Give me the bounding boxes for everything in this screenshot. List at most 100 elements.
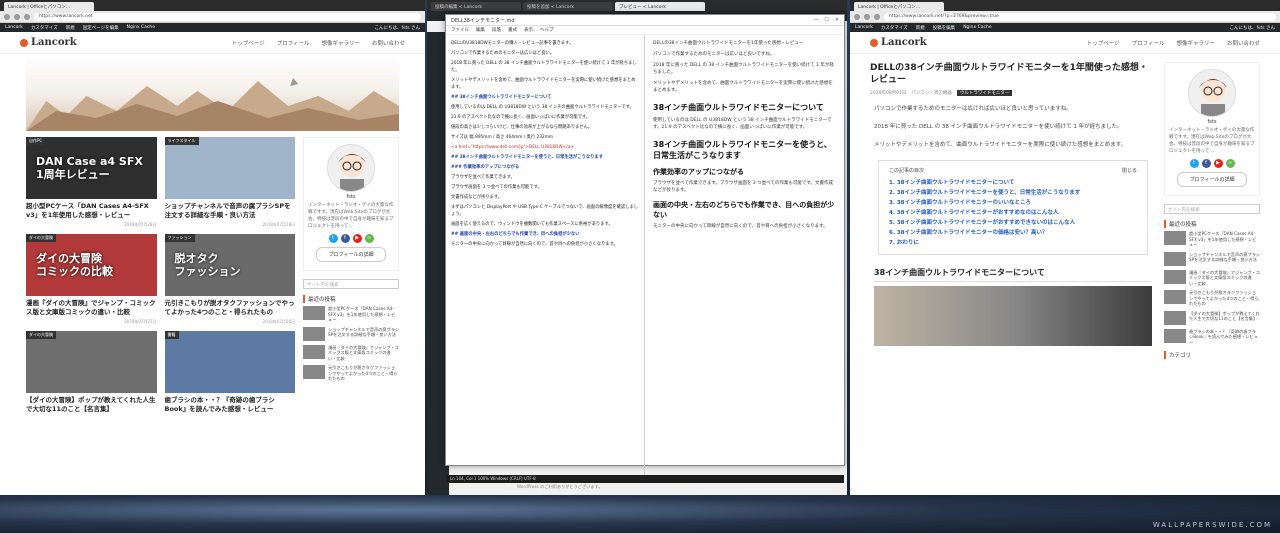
facebook-icon[interactable]: f bbox=[340, 234, 350, 243]
article-title[interactable]: 元引きこもりが脱オタクファッションでやってよかった4つのこと・得られたもの bbox=[165, 299, 296, 317]
toc-item[interactable]: 2. 38インチ曲面ウルトラワイドモニターを使うと、日常生活がこうなります bbox=[889, 188, 1137, 198]
nav-top[interactable]: トップページ bbox=[1087, 39, 1120, 47]
article-card[interactable]: ダイの大冒険 ダイの大冒険 コミックの比較漫画『ダイの大冒険』でジャンプ・コミック… bbox=[26, 234, 157, 325]
url-field[interactable]: https://www.lancork.net/?p=2769&preview=… bbox=[884, 12, 1276, 21]
editor-titlebar: DELL38インチモニター.md — ☐ ✕ bbox=[446, 15, 844, 26]
youtube-icon[interactable]: ▶ bbox=[352, 234, 362, 243]
back-icon[interactable] bbox=[4, 13, 10, 20]
article-card[interactable]: ライフスタイルショップチャンネルで音声の腐プラシSPを注文する詳細な手順・良い方… bbox=[164, 137, 296, 228]
youtube-icon[interactable]: ▶ bbox=[1213, 159, 1223, 168]
wp-customize-link[interactable]: カスタマイズ bbox=[31, 25, 58, 31]
wp-new-link[interactable]: 新規 bbox=[66, 25, 75, 31]
maximize-icon[interactable]: ☐ bbox=[824, 17, 828, 23]
toc-item[interactable]: 3. 38インチ曲面ウルトラワイドモニターのいいなところ bbox=[889, 198, 1137, 208]
twitter-icon[interactable]: t bbox=[1189, 159, 1199, 168]
recent-post-item[interactable]: ショップチャンネルで音声の腐プラシSPを注文する詳細な手順・良い方法 bbox=[1164, 251, 1260, 266]
wp-new-link[interactable]: 新規 bbox=[916, 25, 925, 31]
article-thumbnail[interactable]: 書籍 bbox=[164, 331, 295, 393]
facebook-icon[interactable]: f bbox=[1201, 159, 1211, 168]
reload-icon[interactable] bbox=[24, 13, 30, 20]
browser-tab[interactable]: 投稿を追加 < Lancork bbox=[523, 2, 613, 11]
menu-paragraph[interactable]: 段落 bbox=[492, 27, 501, 33]
wp-cache-link[interactable]: Nginx Cache bbox=[127, 25, 155, 30]
article-card[interactable]: 書籍歯ブラシの本・・？『奇跡の歯ブラシBook』を読んでみた感想・レビュー bbox=[164, 331, 296, 414]
close-icon[interactable]: ✕ bbox=[835, 17, 839, 23]
wp-edit-link[interactable]: 固定ページを編集 bbox=[83, 25, 119, 31]
recent-post-item[interactable]: 超小型PCケース「DAN Cases A4-SFX v3」を1年使用した感想・レ… bbox=[1164, 231, 1260, 248]
tag-badge[interactable]: ウルトラワイドモニター bbox=[956, 90, 1013, 96]
profile-detail-button[interactable]: プロフィールの詳細 bbox=[1177, 172, 1247, 187]
feedly-icon[interactable]: ∞ bbox=[1225, 159, 1235, 168]
article-thumbnail[interactable]: 自作PC DAN Case a4 SFX 1周年レビュー bbox=[26, 137, 157, 199]
article-thumbnail[interactable]: ライフスタイル bbox=[164, 137, 295, 199]
twitter-icon[interactable]: t bbox=[328, 234, 338, 243]
back-icon[interactable] bbox=[854, 13, 860, 20]
article-thumbnail[interactable]: ダイの大冒険 bbox=[26, 331, 157, 393]
browser-tab[interactable]: Lancork | Officeとパソコン... bbox=[4, 2, 94, 11]
wp-edit-link[interactable]: 投稿を編集 bbox=[933, 25, 956, 31]
browser-tab[interactable]: 投稿の編集 < Lancork bbox=[431, 2, 521, 11]
article-title[interactable]: 超小型PCケース「DAN Cases A4-SFX v3」を1年使用した感想・レ… bbox=[26, 202, 157, 220]
feedly-icon[interactable]: ∞ bbox=[364, 234, 374, 243]
category-link[interactable]: パソコン・周辺機器 bbox=[911, 90, 952, 96]
wp-greeting[interactable]: こんにちは、fsts さん bbox=[1230, 25, 1275, 31]
header-image bbox=[26, 56, 399, 131]
browser-tab[interactable]: プレビュー < Lancork bbox=[615, 2, 705, 11]
article-card[interactable]: ファッション 脱オタク ファッション元引きこもりが脱オタクファッションでやってよか… bbox=[164, 234, 296, 325]
menu-file[interactable]: ファイル bbox=[451, 27, 469, 33]
site-logo[interactable]: Lancork bbox=[20, 37, 77, 48]
wp-greeting[interactable]: こんにちは、fsts さん bbox=[375, 25, 420, 31]
site-logo[interactable]: Lancork bbox=[870, 37, 927, 48]
article-title[interactable]: 【ダイの大冒険】ポップが教えてくれた人生で大切な11のこと【名言集】 bbox=[26, 396, 157, 414]
source-line: メリットやデメリットを含めて、曲面ウルトラワイドモニターを実際に使い続けた感想を… bbox=[451, 78, 636, 90]
wp-site-link[interactable]: Lancork bbox=[855, 25, 873, 30]
search-input[interactable]: サイト内を検索 bbox=[1164, 204, 1260, 214]
menu-format[interactable]: 書式 bbox=[508, 27, 517, 33]
minimize-icon[interactable]: — bbox=[813, 17, 818, 23]
nav-profile[interactable]: プロフィール bbox=[277, 39, 310, 47]
toc-item[interactable]: 6. 38インチ曲面ウルトラワイドモニターの価格は安い？高い？ bbox=[889, 228, 1137, 238]
wp-site-link[interactable]: Lancork bbox=[5, 25, 23, 30]
article-card[interactable]: 自作PC DAN Case a4 SFX 1周年レビュー超小型PCケース「DAN … bbox=[26, 137, 157, 228]
markdown-source-pane[interactable]: DELLのU3818DWモニターの購入・レビュー記事を書きます。 パソコンで作業す… bbox=[446, 35, 645, 475]
url-field[interactable]: https://www.lancork.net bbox=[34, 12, 421, 21]
article-card[interactable]: ダイの大冒険【ダイの大冒険】ポップが教えてくれた人生で大切な11のこと【名言集】 bbox=[26, 331, 157, 414]
menu-edit[interactable]: 編集 bbox=[476, 27, 485, 33]
nav-gallery[interactable]: 想像ギャラリー bbox=[321, 39, 360, 47]
wp-customize-link[interactable]: カスタマイズ bbox=[881, 25, 908, 31]
menu-view[interactable]: 表示 bbox=[524, 27, 533, 33]
monitor-photo bbox=[874, 286, 1152, 346]
article-thumbnail[interactable]: ダイの大冒険 ダイの大冒険 コミックの比較 bbox=[26, 234, 157, 296]
nav-top[interactable]: トップページ bbox=[232, 39, 265, 47]
recent-post-item[interactable]: 元引きこもりが脱オタクファッションでやってよかった4つのこと・得られたもの bbox=[1164, 290, 1260, 307]
recent-post-item[interactable]: 歯ブラシの本・・？『奇跡の歯ブラシBook』を読んでみた感想・レビュー bbox=[1164, 328, 1260, 346]
recent-post-item[interactable]: 元引きこもりが脱オタクファッションでやってよかった4つのこと・得られたもの bbox=[303, 365, 399, 382]
toc-toggle-button[interactable]: 閉じる bbox=[1122, 167, 1137, 174]
recent-post-item[interactable]: 【ダイの大冒険】ポップが教えてくれた人生で大切な11のこと【名言集】 bbox=[1164, 310, 1260, 325]
recent-post-item[interactable]: 超小型PCケース「DAN Cases A4-SFX v3」を1年使用した感想・レ… bbox=[303, 306, 399, 323]
toc-item[interactable]: 1. 38インチ曲面ウルトラワイドモニターについて bbox=[889, 178, 1137, 188]
reload-icon[interactable] bbox=[874, 13, 880, 20]
recent-post-item[interactable]: 漫画『ダイの大冒険』でジャンプ・コミックス版と文庫版コミックの違い・比較 bbox=[1164, 269, 1260, 287]
article-title[interactable]: 歯ブラシの本・・？『奇跡の歯ブラシBook』を読んでみた感想・レビュー bbox=[165, 396, 296, 414]
wp-cache-link[interactable]: Nginx Cache bbox=[963, 25, 991, 30]
toc-item[interactable]: 4. 38インチ曲面ウルトラワイドモニターがおすすめなのはこんな人 bbox=[889, 208, 1137, 218]
nav-contact[interactable]: お問い合わせ bbox=[1227, 39, 1260, 47]
forward-icon[interactable] bbox=[14, 13, 20, 20]
search-input[interactable]: サイト内を検索 bbox=[303, 279, 399, 289]
nav-gallery[interactable]: 想像ギャラリー bbox=[1176, 39, 1215, 47]
browser-tab[interactable]: Lancork | Officeとパソコン... bbox=[854, 2, 944, 11]
toc-item[interactable]: 7. おわりに bbox=[889, 238, 1137, 248]
article-thumbnail[interactable]: ファッション 脱オタク ファッション bbox=[164, 234, 295, 296]
recent-post-item[interactable]: ショップチャンネルで音声の腐プラシSPを注文する詳細な手順・良い方法 bbox=[303, 326, 399, 341]
article-title[interactable]: ショップチャンネルで音声の腐プラシSPを注文する詳細な手順・良い方法 bbox=[165, 202, 296, 220]
menu-help[interactable]: ヘルプ bbox=[540, 27, 554, 33]
profile-detail-button[interactable]: プロフィールの詳細 bbox=[316, 247, 386, 262]
forward-icon[interactable] bbox=[864, 13, 870, 20]
preview-intro: DELLの38インチ曲面ウルトラワイドモニターを1年使った感想・レビュー パソコン… bbox=[653, 40, 836, 94]
recent-post-item[interactable]: 漫画『ダイの大冒険』でジャンプ・コミックス版と文庫版コミックの違い・比較 bbox=[303, 344, 399, 362]
article-title[interactable]: 漫画『ダイの大冒険』でジャンプ・コミックス版と文庫版コミックの違い・比較 bbox=[26, 299, 157, 317]
nav-contact[interactable]: お問い合わせ bbox=[372, 39, 405, 47]
toc-item[interactable]: 5. 38インチ曲面ウルトラワイドモニターがおすすめできないのはこんな人 bbox=[889, 218, 1137, 228]
nav-profile[interactable]: プロフィール bbox=[1132, 39, 1165, 47]
